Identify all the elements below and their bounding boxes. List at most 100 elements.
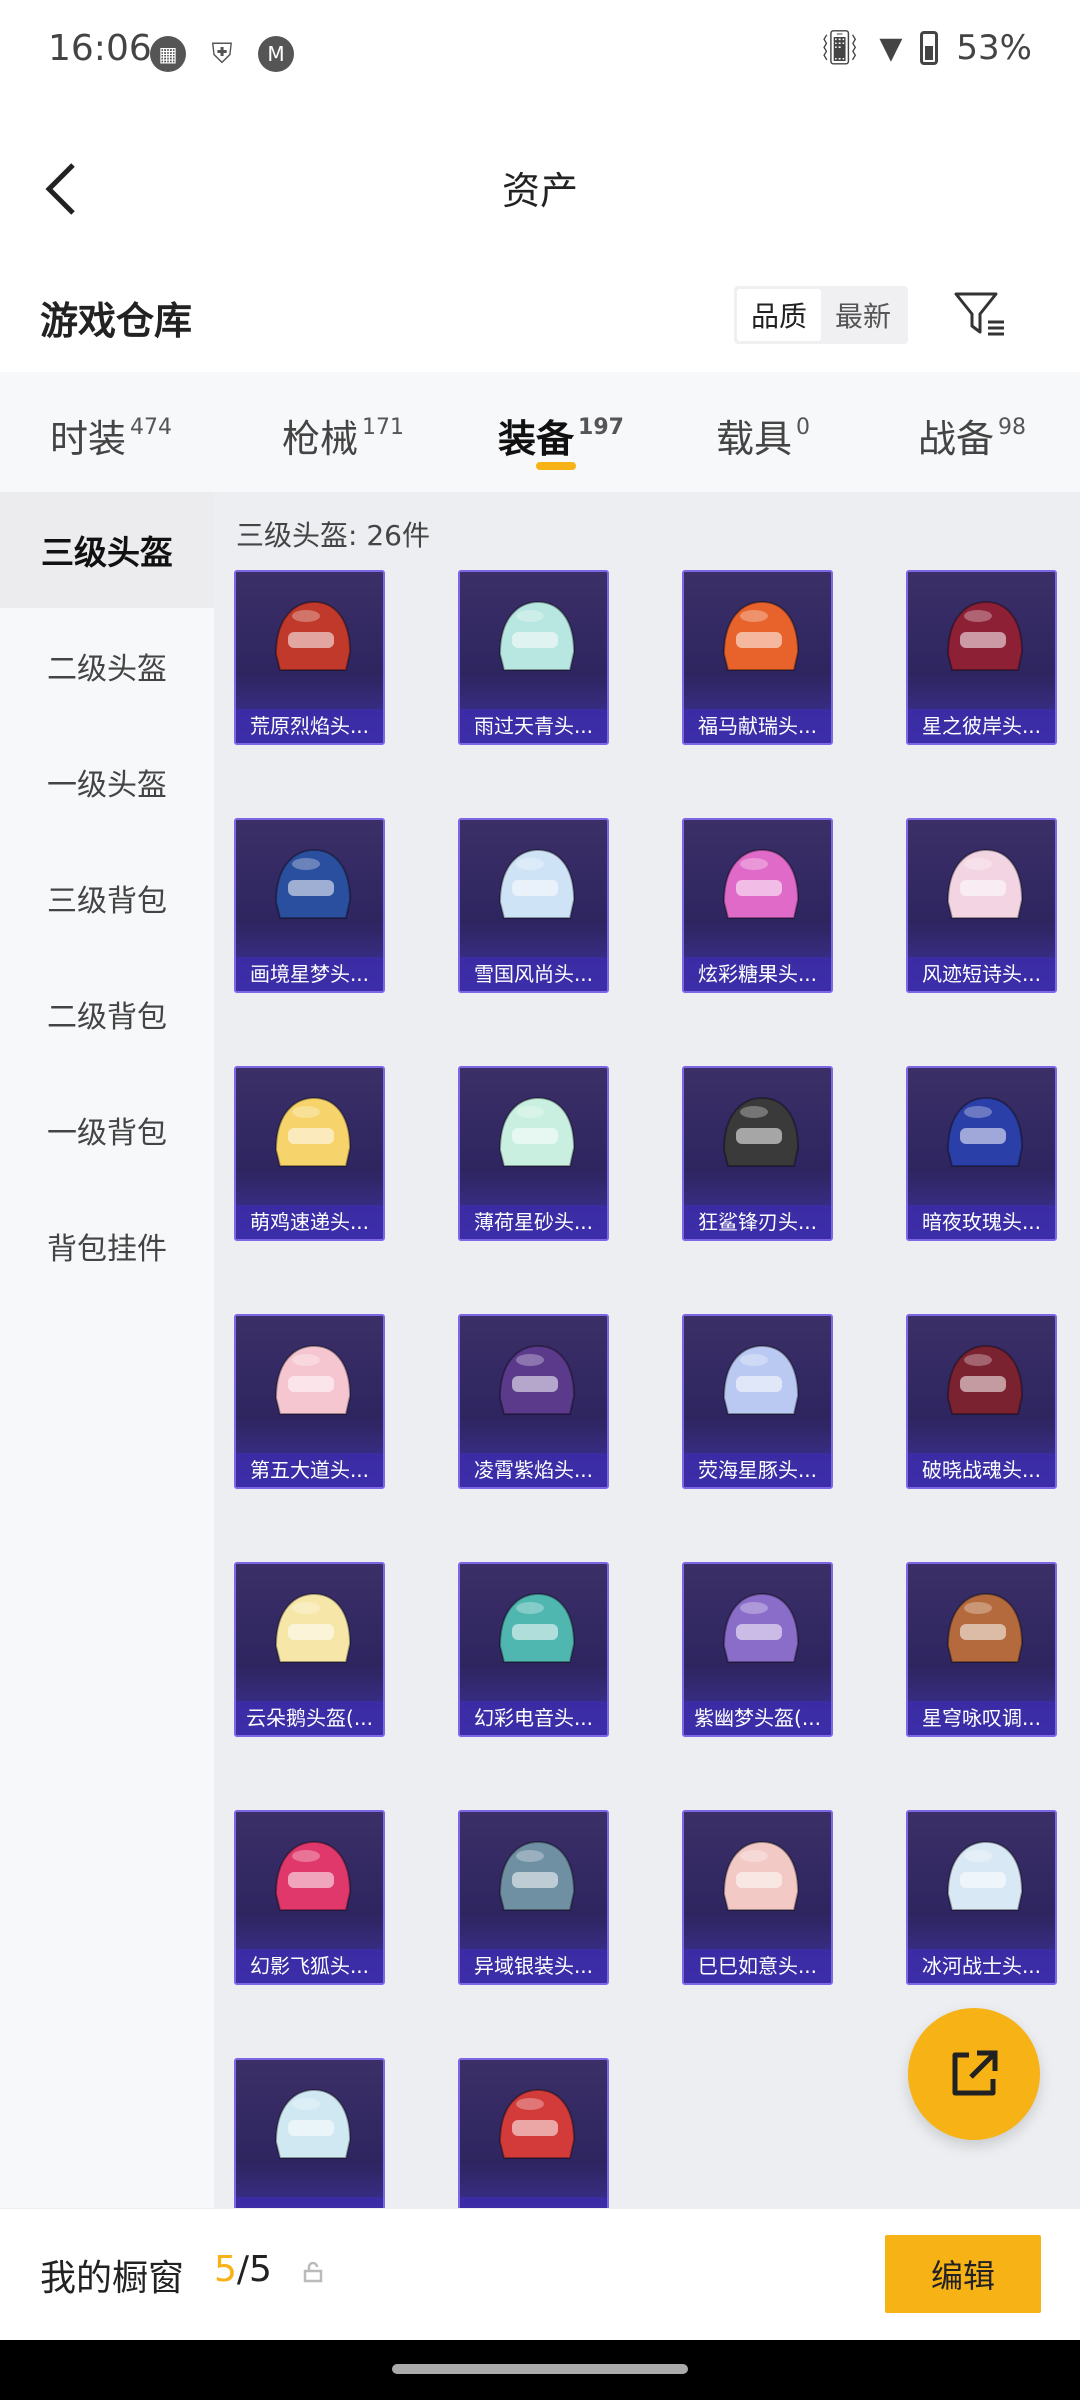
helmet-item-name: 星之彼岸头... <box>908 709 1055 743</box>
sort-quality-button[interactable]: 品质 <box>737 289 822 341</box>
helmet-item[interactable]: 荧海星豚头... <box>682 1314 833 1489</box>
tab-supplies[interactable]: 战备 98 <box>918 408 1026 463</box>
sidebar-item-level2-helmet[interactable]: 二级头盔 <box>0 608 214 724</box>
helmet-item[interactable]: 荒原烈焰头... <box>234 570 385 745</box>
status-bar: 16:06 ▦ ⛨ M 📳︎ ▼ 53% <box>0 0 1080 112</box>
helmet-item[interactable]: 幻影飞狐头... <box>234 1810 385 1985</box>
tab-count: 98 <box>998 415 1027 440</box>
helmet-item-name: 破晓战魂头... <box>908 1453 1055 1487</box>
helmet-item[interactable]: 画境星梦头... <box>234 818 385 993</box>
filter-icon <box>954 292 1004 336</box>
tab-label: 装备 <box>498 417 575 461</box>
system-nav-bar <box>0 2340 1080 2400</box>
helmet-item[interactable]: 幻彩电音头... <box>458 1562 609 1737</box>
edit-button[interactable]: 编辑 <box>885 2235 1041 2313</box>
helmet-item[interactable]: 星穹咏叹调... <box>906 1562 1057 1737</box>
sidebar-item-level3-backpack[interactable]: 三级背包 <box>0 840 214 956</box>
helmet-icon <box>498 848 576 919</box>
tab-count: 474 <box>130 415 173 440</box>
helmet-item[interactable]: 紫幽梦头盔(... <box>682 1562 833 1737</box>
helmet-item-name <box>460 2197 607 2208</box>
helmet-item-name: 凌霄紫焰头... <box>460 1453 607 1487</box>
helmet-item[interactable]: 狂鲨锋刃头... <box>682 1066 833 1241</box>
showcase-current: 5 <box>214 2249 237 2290</box>
helmet-icon <box>274 1096 352 1167</box>
showcase-total: /5 <box>236 2249 272 2290</box>
helmet-item-name: 雪国风尚头... <box>460 957 607 991</box>
lock-icon <box>303 2261 323 2283</box>
helmet-icon <box>274 848 352 919</box>
tab-vehicles[interactable]: 载具 0 <box>716 408 810 463</box>
helmet-icon <box>498 2088 576 2159</box>
helmet-item[interactable]: 炫彩糖果头... <box>682 818 833 993</box>
wifi-icon: ▼ <box>879 30 903 66</box>
helmet-item[interactable]: 萌鸡速递头... <box>234 1066 385 1241</box>
helmet-icon <box>946 1840 1024 1911</box>
share-button[interactable] <box>908 2008 1040 2140</box>
header: 资产 <box>0 112 1080 262</box>
helmet-item[interactable]: 冰河战士头... <box>906 1810 1057 1985</box>
helmet-item[interactable]: 破晓战魂头... <box>906 1314 1057 1489</box>
helmet-icon <box>946 1096 1024 1167</box>
helmet-item[interactable] <box>234 2058 385 2208</box>
helmet-icon <box>274 1344 352 1415</box>
helmet-item-name: 巳巳如意头... <box>684 1949 831 1983</box>
helmet-item[interactable]: 异域银装头... <box>458 1810 609 1985</box>
helmet-icon <box>498 1592 576 1663</box>
sidebar-item-level1-backpack[interactable]: 一级背包 <box>0 1072 214 1188</box>
sidebar-item-level3-helmet[interactable]: 三级头盔 <box>0 492 214 608</box>
tab-label: 时装 <box>50 417 127 461</box>
battery-percent: 53% <box>956 28 1032 68</box>
shield-notification-icon: ⛨ <box>204 36 240 72</box>
helmet-item[interactable] <box>458 2058 609 2208</box>
showcase-count: 5/5 <box>214 2249 272 2290</box>
share-icon <box>952 2050 998 2096</box>
vibrate-icon: 📳︎ <box>818 28 862 68</box>
helmet-item-name: 炫彩糖果头... <box>684 957 831 991</box>
filter-button[interactable] <box>950 284 1010 344</box>
sidebar-item-level2-backpack[interactable]: 二级背包 <box>0 956 214 1072</box>
helmet-item-name: 薄荷星砂头... <box>460 1205 607 1239</box>
helmet-item[interactable]: 巳巳如意头... <box>682 1810 833 1985</box>
helmet-item[interactable]: 第五大道头... <box>234 1314 385 1489</box>
tab-fashion[interactable]: 时装 474 <box>50 408 172 463</box>
helmet-icon <box>946 1592 1024 1663</box>
helmet-item-name: 风迹短诗头... <box>908 957 1055 991</box>
sort-toggle: 品质 最新 <box>734 286 909 344</box>
section-count-label: 三级头盔: 26件 <box>236 519 430 552</box>
helmet-item[interactable]: 云朵鹅头盔(... <box>234 1562 385 1737</box>
tab-weapons[interactable]: 枪械 171 <box>282 408 404 463</box>
helmet-item[interactable]: 星之彼岸头... <box>906 570 1057 745</box>
helmet-item-name: 雨过天青头... <box>460 709 607 743</box>
sidebar-item-backpack-charm[interactable]: 背包挂件 <box>0 1188 214 1304</box>
sidebar-item-level1-helmet[interactable]: 一级头盔 <box>0 724 214 840</box>
helmet-icon <box>498 1096 576 1167</box>
helmet-item[interactable]: 雨过天青头... <box>458 570 609 745</box>
warehouse-title: 游戏仓库 <box>40 299 193 343</box>
helmet-icon <box>722 1840 800 1911</box>
helmet-icon <box>722 1096 800 1167</box>
helmet-icon <box>274 600 352 671</box>
sort-latest-button[interactable]: 最新 <box>821 289 905 341</box>
home-handle[interactable] <box>392 2364 688 2374</box>
helmet-item-name: 第五大道头... <box>236 1453 383 1487</box>
category-tab-bar: 时装 474 枪械 171 装备 197 载具 0 战备 98 <box>0 372 1080 492</box>
helmet-icon <box>722 600 800 671</box>
tab-label: 战备 <box>918 417 995 461</box>
tab-equipment[interactable]: 装备 197 <box>498 408 624 463</box>
status-time: 16:06 <box>48 28 152 69</box>
calendar-notification-icon: ▦ <box>150 36 186 72</box>
helmet-item[interactable]: 薄荷星砂头... <box>458 1066 609 1241</box>
helmet-item[interactable]: 暗夜玫瑰头... <box>906 1066 1057 1241</box>
battery-icon <box>920 31 939 65</box>
helmet-item[interactable]: 雪国风尚头... <box>458 818 609 993</box>
helmet-icon <box>722 848 800 919</box>
helmet-item[interactable]: 凌霄紫焰头... <box>458 1314 609 1489</box>
helmet-item[interactable]: 风迹短诗头... <box>906 818 1057 993</box>
helmet-item-name: 冰河战士头... <box>908 1949 1055 1983</box>
helmet-item-name: 紫幽梦头盔(... <box>684 1701 831 1735</box>
helmet-item-name: 幻影飞狐头... <box>236 1949 383 1983</box>
helmet-item[interactable]: 福马献瑞头... <box>682 570 833 745</box>
helmet-icon <box>722 1344 800 1415</box>
helmet-item-name: 福马献瑞头... <box>684 709 831 743</box>
